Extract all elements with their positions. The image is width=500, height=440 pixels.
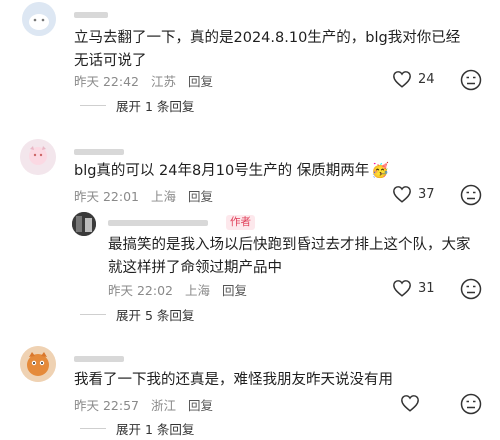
divider-line [80,314,106,315]
heart-outline-icon [393,186,411,203]
comment-2-location: 上海 [150,189,176,204]
username-comment-3[interactable] [74,356,124,362]
comment-3-meta: 昨天 22:57 浙江 回复 [74,395,221,414]
comment-3-text: 我看了一下我的还真是，难怪我朋友昨天说没有用 [74,372,393,388]
dislike-face-icon[interactable] [460,393,482,415]
comment-2-text-line: blg真的可以 24年8月10号生产的 保质期两年 🥳 [74,160,484,183]
comment-2-expand-label: 展开 5 条回复 [116,308,195,323]
comment-1-reply-button[interactable]: 回复 [188,74,213,89]
heart-outline-icon [393,71,411,88]
author-badge: 作者 [226,215,255,230]
comment-1-time: 昨天 22:42 [74,74,139,89]
comment-2-expand-replies[interactable]: 展开 5 条回复 [80,305,194,324]
avatar-comment-3[interactable] [20,346,56,382]
comment-3-expand-label: 展开 1 条回复 [116,422,195,437]
comment-1-location: 江苏 [150,74,176,89]
comment-2-meta: 昨天 22:01 上海 回复 [74,186,221,205]
comment-2-like-count: 37 [418,186,435,202]
avatar-comment-1[interactable] [22,2,56,36]
comment-3-location: 浙江 [150,398,176,413]
comment-1-text: 立马去翻了一下，真的是2024.8.10生产的，blg我对你已经无话可说了 [74,30,461,69]
comment-1-like-count: 24 [418,71,435,87]
dislike-face-icon[interactable] [460,184,482,206]
comment-3-reply-button[interactable]: 回复 [188,398,213,413]
comment-2-like-button[interactable]: 37 [392,185,435,203]
author-reply-like-button[interactable]: 31 [392,279,435,297]
comment-3-time: 昨天 22:57 [74,398,139,413]
author-reply-meta: 昨天 22:02 上海 回复 [108,280,255,299]
dislike-face-icon[interactable] [460,278,482,300]
username-comment-2[interactable] [74,149,124,155]
comment-2-text: blg真的可以 24年8月10号生产的 保质期两年 [74,163,370,179]
comment-2-reply-button[interactable]: 回复 [188,189,213,204]
author-reply-like-count: 31 [418,280,435,296]
heart-outline-icon [401,395,419,412]
heart-outline-icon [393,280,411,297]
avatar-comment-2[interactable] [20,139,56,175]
comment-3-like-button[interactable] [400,394,420,412]
divider-line [80,105,106,106]
username-comment-1[interactable] [74,12,108,18]
avatar-author-reply[interactable] [72,212,96,236]
username-author-reply[interactable] [108,220,208,226]
comment-1-like-button[interactable]: 24 [392,70,435,88]
comment-2-time: 昨天 22:01 [74,189,139,204]
comment-3-expand-replies[interactable]: 展开 1 条回复 [80,419,194,438]
author-reply-text: 最搞笑的是我入场以后快跑到昏过去才排上这个队，大家就这样拼了命领过期产品中 [108,237,471,276]
author-reply-reply-button[interactable]: 回复 [222,283,247,298]
author-reply-location: 上海 [184,283,210,298]
divider-line [80,428,106,429]
author-reply-time: 昨天 22:02 [108,283,173,298]
party-emoji-icon: 🥳 [371,163,390,179]
comment-1-meta: 昨天 22:42 江苏 回复 [74,71,221,90]
comment-1-expand-replies[interactable]: 展开 1 条回复 [80,96,194,115]
dislike-face-icon[interactable] [460,69,482,91]
comment-1-expand-label: 展开 1 条回复 [116,99,195,114]
